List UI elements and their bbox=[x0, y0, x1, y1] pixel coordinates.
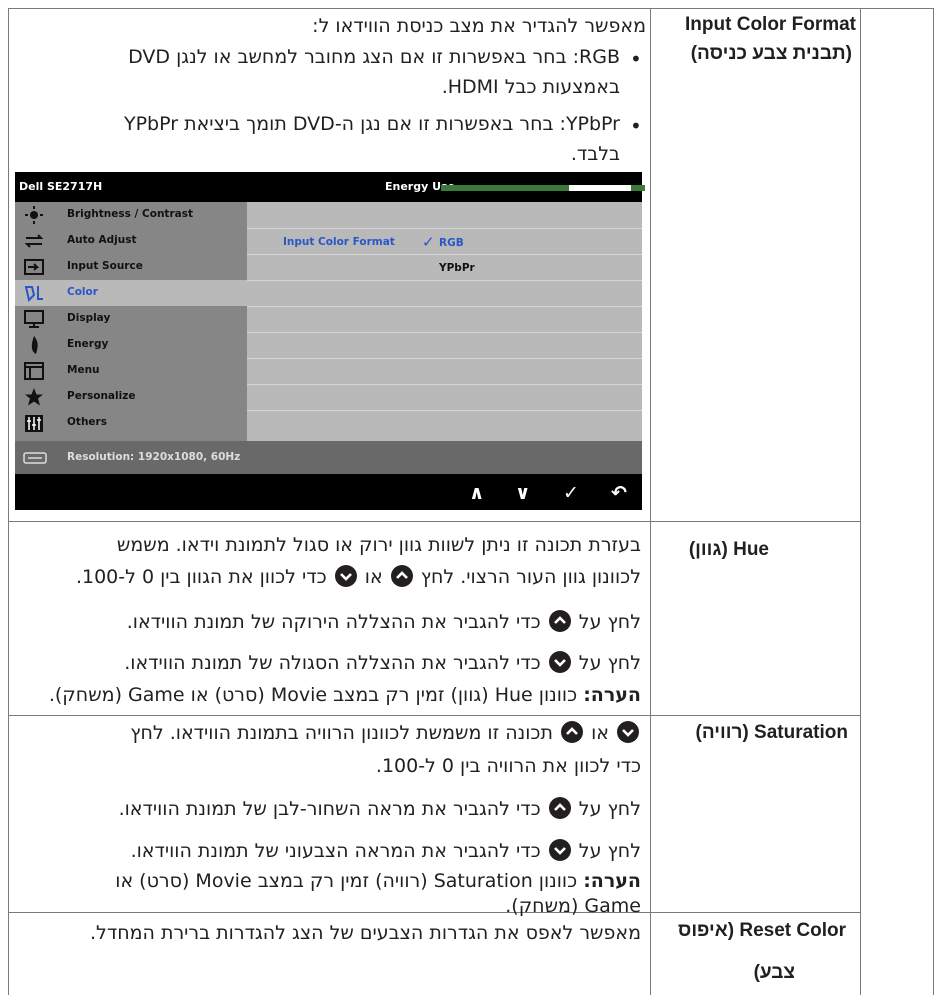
hue-header: Hue (גוון) bbox=[688, 539, 769, 560]
rgb-bullet-line1: RGB: בחר באפשרות זו אם הצג מחובר למחשב א… bbox=[128, 46, 620, 68]
down-button-icon bbox=[334, 565, 357, 587]
energy-use-bar bbox=[441, 185, 645, 191]
osd-menu-label: Input Source bbox=[67, 260, 143, 272]
saturation-header: Saturation (רוויה) bbox=[695, 722, 849, 743]
up-button-icon bbox=[548, 797, 571, 819]
table-border-left bbox=[8, 8, 9, 995]
connector-icon bbox=[23, 452, 47, 464]
osd-model: Dell SE2717H bbox=[19, 180, 103, 193]
table-border-right bbox=[933, 8, 934, 995]
input-color-format-intro: מאפשר להגדיר את מצב כניסת הווידאו ל: bbox=[312, 15, 646, 37]
bullet: • bbox=[630, 47, 642, 71]
brightness-icon bbox=[25, 206, 43, 224]
nav-back-icon[interactable]: ↶ bbox=[611, 482, 627, 504]
up-button-icon bbox=[548, 610, 571, 632]
osd-menu-item-auto-adjust[interactable]: Auto Adjust bbox=[15, 228, 247, 254]
hue-note: הערה: כוונון Hue (גוון) זמין רק במצב Mov… bbox=[48, 684, 641, 706]
osd-menu-label: Personalize bbox=[67, 390, 136, 402]
osd-menu-screenshot: Dell SE2717H Energy Use Brightness / Con… bbox=[15, 172, 645, 510]
osd-menu-item-others[interactable]: Others bbox=[15, 410, 247, 436]
saturation-p1-line2: כדי לכוון את הרוויה בין 0 ל-100. bbox=[375, 755, 641, 777]
menu-icon bbox=[24, 362, 44, 380]
saturation-p2: לחץ על כדי להגביר את מראה השחור-לבן של ת… bbox=[118, 797, 641, 820]
osd-menu-item-input-source[interactable]: Input Source bbox=[15, 254, 247, 280]
osd-main-menu: Brightness / Contrast Auto Adjust Input … bbox=[15, 202, 247, 441]
others-icon bbox=[25, 415, 43, 432]
input-color-format-header-he: (תבנית צבע כניסה) bbox=[690, 43, 852, 64]
hue-p1-line1: בעזרת תכונה זו ניתן לשוות גוון ירוק או ס… bbox=[116, 534, 641, 556]
option-rgb[interactable]: RGB bbox=[439, 237, 464, 249]
saturation-p3: לחץ על כדי להגביר את המראה הצבעוני של תמ… bbox=[130, 839, 641, 862]
down-button-icon bbox=[548, 839, 571, 861]
up-button-icon bbox=[561, 721, 584, 743]
submenu-input-color-format: Input Color Format bbox=[283, 236, 395, 248]
down-button-icon bbox=[617, 721, 639, 743]
auto-adjust-icon bbox=[24, 234, 44, 248]
hue-p1-line2: לכוונון גוון העור הרצוי. לחץ או כדי לכוו… bbox=[75, 565, 641, 588]
display-icon bbox=[24, 310, 44, 328]
ypbpr-bullet-line2: בלבד. bbox=[570, 143, 620, 165]
osd-submenu: Input Color Format ✓ RGB YPbPr bbox=[247, 202, 642, 441]
hue-p2: לחץ על כדי להגביר את ההצללה הירוקה של תמ… bbox=[126, 610, 641, 633]
saturation-p1-line1: או תכונה זו משמשת לכוונון הרוויה בתמונת … bbox=[130, 718, 641, 748]
nav-ok-icon[interactable]: ✓ bbox=[563, 482, 579, 504]
osd-menu-item-personalize[interactable]: Personalize bbox=[15, 384, 247, 410]
star-icon bbox=[25, 388, 43, 406]
osd-menu-label: Auto Adjust bbox=[67, 234, 137, 246]
osd-menu-label: Brightness / Contrast bbox=[67, 208, 193, 220]
ypbpr-bullet-line1: YPbPr: בחר באפשרות זו אם נגן ה-DVD תומך … bbox=[123, 113, 620, 135]
osd-menu-item-menu[interactable]: Menu bbox=[15, 358, 247, 384]
osd-menu-label: Menu bbox=[67, 364, 100, 376]
bullet: • bbox=[630, 114, 642, 138]
osd-menu-label: Others bbox=[67, 416, 107, 428]
down-button-icon bbox=[548, 651, 571, 673]
table-border-col1 bbox=[650, 8, 651, 995]
reset-color-text: מאפשר לאפס את הגדרות הצבעים של הצג להגדר… bbox=[89, 922, 641, 944]
osd-title-bar: Dell SE2717H Energy Use bbox=[15, 172, 645, 202]
input-source-icon bbox=[24, 259, 44, 275]
osd-menu-label: Color bbox=[67, 286, 98, 298]
up-button-icon bbox=[390, 565, 413, 587]
osd-menu-label: Energy bbox=[67, 338, 109, 350]
reset-color-header-line2: צבע) bbox=[753, 962, 795, 983]
osd-nav-buttons: ∧ ∨ ✓ ↶ bbox=[455, 479, 642, 510]
row-divider bbox=[8, 715, 860, 716]
osd-resolution: Resolution: 1920x1080, 60Hz bbox=[67, 451, 241, 463]
osd-menu-item-display[interactable]: Display bbox=[15, 306, 247, 332]
energy-icon bbox=[31, 336, 38, 354]
nav-up-icon[interactable]: ∧ bbox=[469, 482, 484, 504]
table-border-top bbox=[8, 8, 934, 9]
osd-menu-item-energy[interactable]: Energy bbox=[15, 332, 247, 358]
osd-menu-item-brightness[interactable]: Brightness / Contrast bbox=[15, 202, 247, 228]
input-color-format-header: Input Color Format bbox=[685, 14, 856, 35]
osd-resolution-bar: Resolution: 1920x1080, 60Hz bbox=[15, 441, 642, 474]
osd-menu-label: Display bbox=[67, 312, 111, 324]
osd-menu-item-color[interactable]: Color bbox=[15, 280, 247, 306]
row-divider bbox=[8, 521, 860, 522]
check-icon: ✓ bbox=[422, 233, 435, 251]
hue-p3: לחץ על כדי להגביר את ההצללה הסגולה של תמ… bbox=[124, 651, 641, 674]
table-border-col2 bbox=[860, 8, 861, 995]
option-ypbpr[interactable]: YPbPr bbox=[439, 262, 475, 274]
saturation-note-line2: Game (משחק). bbox=[505, 895, 641, 917]
nav-down-icon[interactable]: ∨ bbox=[515, 482, 530, 504]
reset-color-header: Reset Color (איפוס bbox=[678, 920, 846, 941]
row-divider bbox=[8, 912, 860, 913]
rgb-bullet-line2: באמצעות כבל HDMI. bbox=[441, 76, 620, 98]
color-icon bbox=[24, 286, 43, 302]
